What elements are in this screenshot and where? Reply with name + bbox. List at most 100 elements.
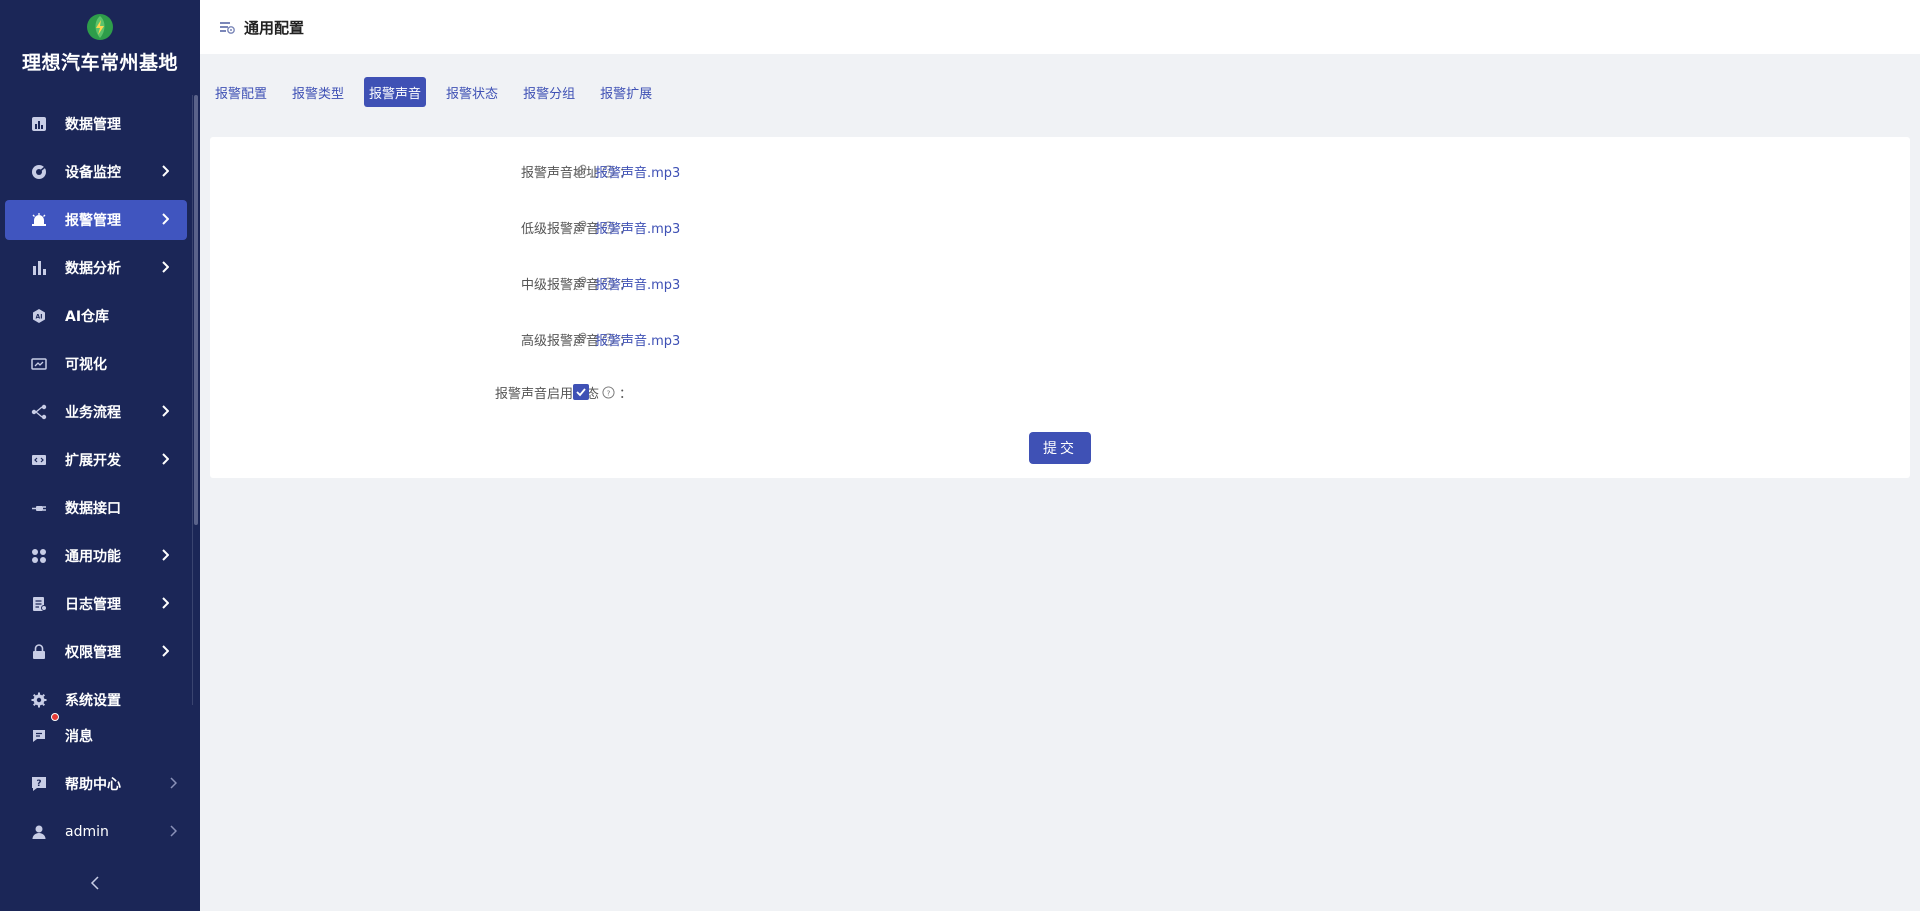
sidebar-item-alarm-management[interactable]: 报警管理 xyxy=(5,200,187,240)
sidebar-item-label: 扩展开发 xyxy=(65,453,121,469)
sidebar-item-visualization[interactable]: 可视化 xyxy=(5,344,187,384)
chevron-right-icon xyxy=(162,453,169,465)
sidebar-item-log-management[interactable]: 日志管理 xyxy=(5,584,187,624)
monitor-icon xyxy=(30,163,48,181)
lock-icon xyxy=(30,643,48,661)
sidebar-item-common-functions[interactable]: 通用功能 xyxy=(5,536,187,576)
user-icon xyxy=(30,823,48,841)
sound-config-form: 报警声音地址 ? ： 报警声音.mp3 低级报警声音 ? ： 报警声音.mp3 … xyxy=(210,137,1910,478)
sidebar-item-data-analysis[interactable]: 数据分析 xyxy=(5,248,187,288)
paperclip-icon xyxy=(574,276,587,290)
page-header: 通用配置 xyxy=(200,0,1920,54)
tab-alarm-type[interactable]: 报警类型 xyxy=(287,77,349,107)
log-icon xyxy=(30,595,48,613)
chevron-right-icon xyxy=(162,165,169,177)
chevron-right-icon xyxy=(162,405,169,417)
sidebar-item-label: 可视化 xyxy=(65,357,107,373)
chevron-right-icon xyxy=(162,549,169,561)
sidebar-item-label: admin xyxy=(65,824,109,840)
ai-icon: AI xyxy=(30,307,48,325)
sidebar-item-label: 帮助中心 xyxy=(65,777,121,793)
file-value: 报警声音.mp3 xyxy=(573,330,680,349)
paperclip-icon xyxy=(574,220,587,234)
file-link[interactable]: 报警声音.mp3 xyxy=(595,274,680,293)
brand-title: 理想汽车常州基地 xyxy=(21,52,178,74)
sidebar-item-messages[interactable]: 消息 xyxy=(5,713,187,756)
bar-chart-icon xyxy=(30,259,48,277)
collapse-sidebar-icon[interactable] xyxy=(90,876,100,890)
sidebar-item-system-settings[interactable]: 系统设置 xyxy=(5,680,187,720)
sidebar-item-label: 数据分析 xyxy=(65,261,121,277)
tab-alarm-sound[interactable]: 报警声音 xyxy=(364,77,427,107)
alarm-icon xyxy=(30,211,48,229)
sidebar-item-help-center[interactable]: ? 帮助中心 xyxy=(5,764,187,804)
sidebar-item-label: AI仓库 xyxy=(65,309,110,325)
sidebar-item-label: 通用功能 xyxy=(65,549,121,565)
plug-icon xyxy=(30,499,48,517)
paperclip-icon xyxy=(574,332,587,346)
submit-button[interactable]: 提交 xyxy=(1029,432,1091,464)
config-icon xyxy=(218,18,236,36)
sidebar-item-label: 业务流程 xyxy=(65,405,121,421)
form-row-sound-enabled: 报警声音启用状态 ? ： xyxy=(210,378,1210,406)
chevron-right-icon xyxy=(170,777,177,789)
form-row-low-level-sound: 低级报警声音 ? ： 报警声音.mp3 xyxy=(210,213,1210,241)
tab-alarm-status[interactable]: 报警状态 xyxy=(441,77,503,107)
chevron-right-icon xyxy=(162,213,169,225)
scroll-track xyxy=(192,95,193,705)
chevron-right-icon xyxy=(162,597,169,609)
svg-text:AI: AI xyxy=(36,314,43,321)
sidebar-item-label: 报警管理 xyxy=(65,213,121,229)
field-colon: ： xyxy=(618,386,632,402)
file-value: 报警声音.mp3 xyxy=(573,274,680,293)
tab-alarm-config[interactable]: 报警配置 xyxy=(210,77,272,107)
tab-alarm-extension[interactable]: 报警扩展 xyxy=(595,77,657,107)
sidebar-item-label: 数据管理 xyxy=(65,117,121,133)
sidebar-item-label: 日志管理 xyxy=(65,597,121,613)
field-label-wrap: 报警声音启用状态 ? ： xyxy=(495,383,632,402)
file-link[interactable]: 报警声音.mp3 xyxy=(595,162,680,181)
form-row-mid-level-sound: 中级报警声音 ? ： 报警声音.mp3 xyxy=(210,269,1210,297)
sidebar-item-permission-management[interactable]: 权限管理 xyxy=(5,632,187,672)
sidebar-item-business-flow[interactable]: 业务流程 xyxy=(5,392,187,432)
sidebar-item-data-interface[interactable]: 数据接口 xyxy=(5,488,187,528)
sidebar-item-user-admin[interactable]: admin xyxy=(5,812,187,852)
config-tabs: 报警配置 报警类型 报警声音 报警状态 报警分组 报警扩展 xyxy=(210,77,672,107)
file-link[interactable]: 报警声音.mp3 xyxy=(595,218,680,237)
sidebar-scrollbar[interactable] xyxy=(194,95,198,525)
code-icon xyxy=(30,451,48,469)
sidebar: 理想汽车常州基地 数据管理 设备监控 报警管理 数据分析 AI AI仓库 可视化… xyxy=(0,0,200,911)
sidebar-item-extension-dev[interactable]: 扩展开发 xyxy=(5,440,187,480)
grid-icon xyxy=(30,547,48,565)
paperclip-icon xyxy=(574,164,587,178)
brand: 理想汽车常州基地 xyxy=(0,0,200,96)
sidebar-item-data-management[interactable]: 数据管理 xyxy=(5,104,187,144)
chevron-right-icon xyxy=(170,825,177,837)
check-icon xyxy=(576,388,586,397)
form-row-sound-address: 报警声音地址 ? ： 报警声音.mp3 xyxy=(210,157,1210,185)
message-icon xyxy=(30,727,48,745)
sidebar-item-label: 权限管理 xyxy=(65,645,121,661)
lightning-leaf-logo xyxy=(87,14,113,40)
sidebar-item-device-monitor[interactable]: 设备监控 xyxy=(5,152,187,192)
notification-dot xyxy=(51,713,59,721)
chevron-right-icon xyxy=(162,645,169,657)
sidebar-item-label: 消息 xyxy=(65,729,93,745)
sidebar-item-ai-warehouse[interactable]: AI AI仓库 xyxy=(5,296,187,336)
file-value: 报警声音.mp3 xyxy=(573,218,680,237)
file-link[interactable]: 报警声音.mp3 xyxy=(595,330,680,349)
help-icon: ? xyxy=(30,775,48,793)
sound-enabled-checkbox[interactable] xyxy=(573,384,589,400)
screen-icon xyxy=(30,355,48,373)
tab-alarm-group[interactable]: 报警分组 xyxy=(518,77,580,107)
dashboard-icon xyxy=(30,115,48,133)
question-circle-icon[interactable]: ? xyxy=(602,385,615,399)
sidebar-item-label: 数据接口 xyxy=(65,501,121,517)
chevron-right-icon xyxy=(162,261,169,273)
svg-text:?: ? xyxy=(36,779,41,789)
page-title: 通用配置 xyxy=(244,18,305,37)
sidebar-item-label: 系统设置 xyxy=(65,693,121,709)
flow-icon xyxy=(30,403,48,421)
form-row-high-level-sound: 高级报警声音 ? ： 报警声音.mp3 xyxy=(210,325,1210,353)
checkbox-wrap xyxy=(573,384,589,400)
